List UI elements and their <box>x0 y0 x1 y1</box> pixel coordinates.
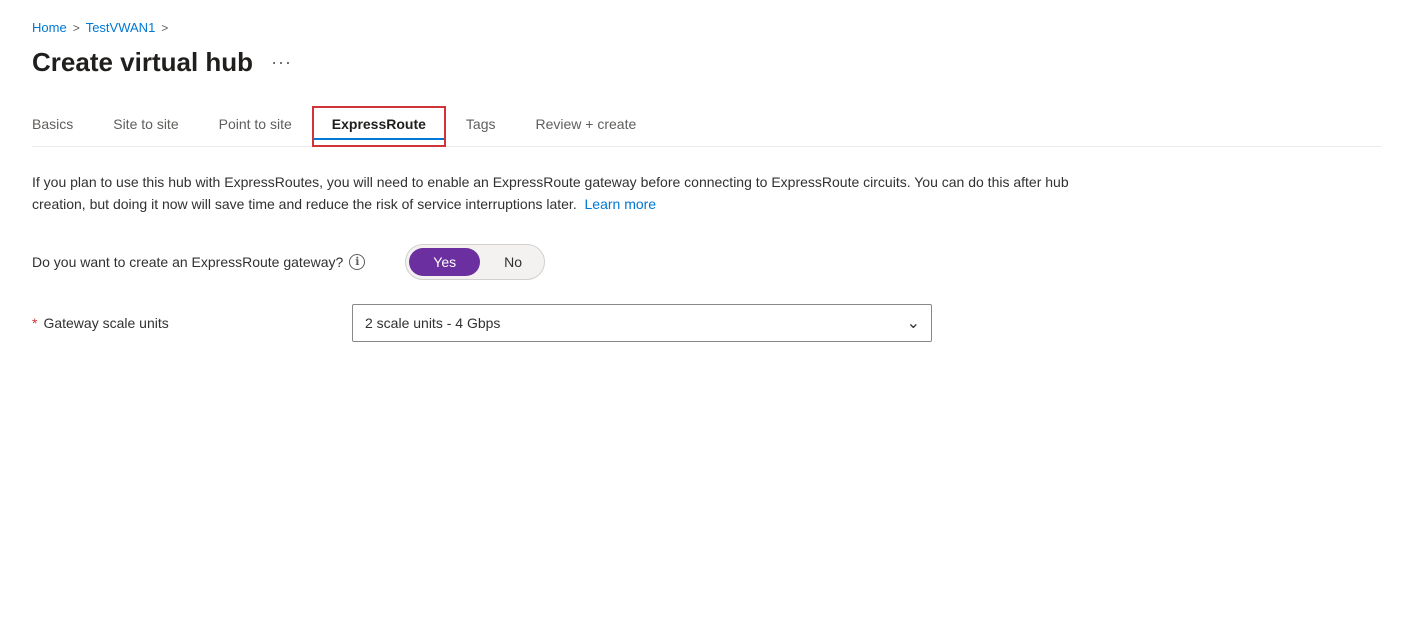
tab-basics[interactable]: Basics <box>32 106 93 146</box>
tab-site-to-site[interactable]: Site to site <box>93 106 198 146</box>
gateway-toggle[interactable]: Yes No <box>405 244 545 280</box>
tab-expressroute[interactable]: ExpressRoute <box>314 108 444 138</box>
tab-expressroute-wrapper[interactable]: ExpressRoute <box>312 106 446 147</box>
gateway-scale-label: * Gateway scale units <box>32 315 312 331</box>
learn-more-link[interactable]: Learn more <box>585 196 657 212</box>
tab-review-create[interactable]: Review + create <box>516 106 657 146</box>
breadcrumb-resource[interactable]: TestVWAN1 <box>86 20 156 35</box>
toggle-yes[interactable]: Yes <box>409 248 480 276</box>
tabs-navigation: Basics Site to site Point to site Expres… <box>32 106 1381 147</box>
breadcrumb-home[interactable]: Home <box>32 20 67 35</box>
breadcrumb-sep2: > <box>161 21 168 35</box>
gateway-scale-label-text: Gateway scale units <box>43 315 168 331</box>
info-icon[interactable]: ℹ <box>349 254 365 270</box>
gateway-scale-select-container: 2 scale units - 4 Gbps 1 scale unit - 2 … <box>352 304 932 342</box>
description-body: If you plan to use this hub with Express… <box>32 174 1069 212</box>
breadcrumb: Home > TestVWAN1 > <box>32 20 1381 35</box>
gateway-question-text: Do you want to create an ExpressRoute ga… <box>32 254 343 270</box>
gateway-question-label: Do you want to create an ExpressRoute ga… <box>32 254 365 270</box>
page-title-row: Create virtual hub ··· <box>32 47 1381 78</box>
required-star: * <box>32 315 37 331</box>
gateway-toggle-row: Do you want to create an ExpressRoute ga… <box>32 244 932 280</box>
tab-point-to-site[interactable]: Point to site <box>199 106 312 146</box>
gateway-scale-row: * Gateway scale units 2 scale units - 4 … <box>32 304 932 342</box>
tab-tags[interactable]: Tags <box>446 106 516 146</box>
description-text: If you plan to use this hub with Express… <box>32 171 1082 216</box>
page-title: Create virtual hub <box>32 47 253 78</box>
breadcrumb-sep1: > <box>73 21 80 35</box>
gateway-scale-select[interactable]: 2 scale units - 4 Gbps 1 scale unit - 2 … <box>352 304 932 342</box>
form-section: Do you want to create an ExpressRoute ga… <box>32 244 932 342</box>
toggle-no[interactable]: No <box>480 248 546 276</box>
tab-active-underline <box>314 138 444 140</box>
ellipsis-button[interactable]: ··· <box>265 50 298 75</box>
